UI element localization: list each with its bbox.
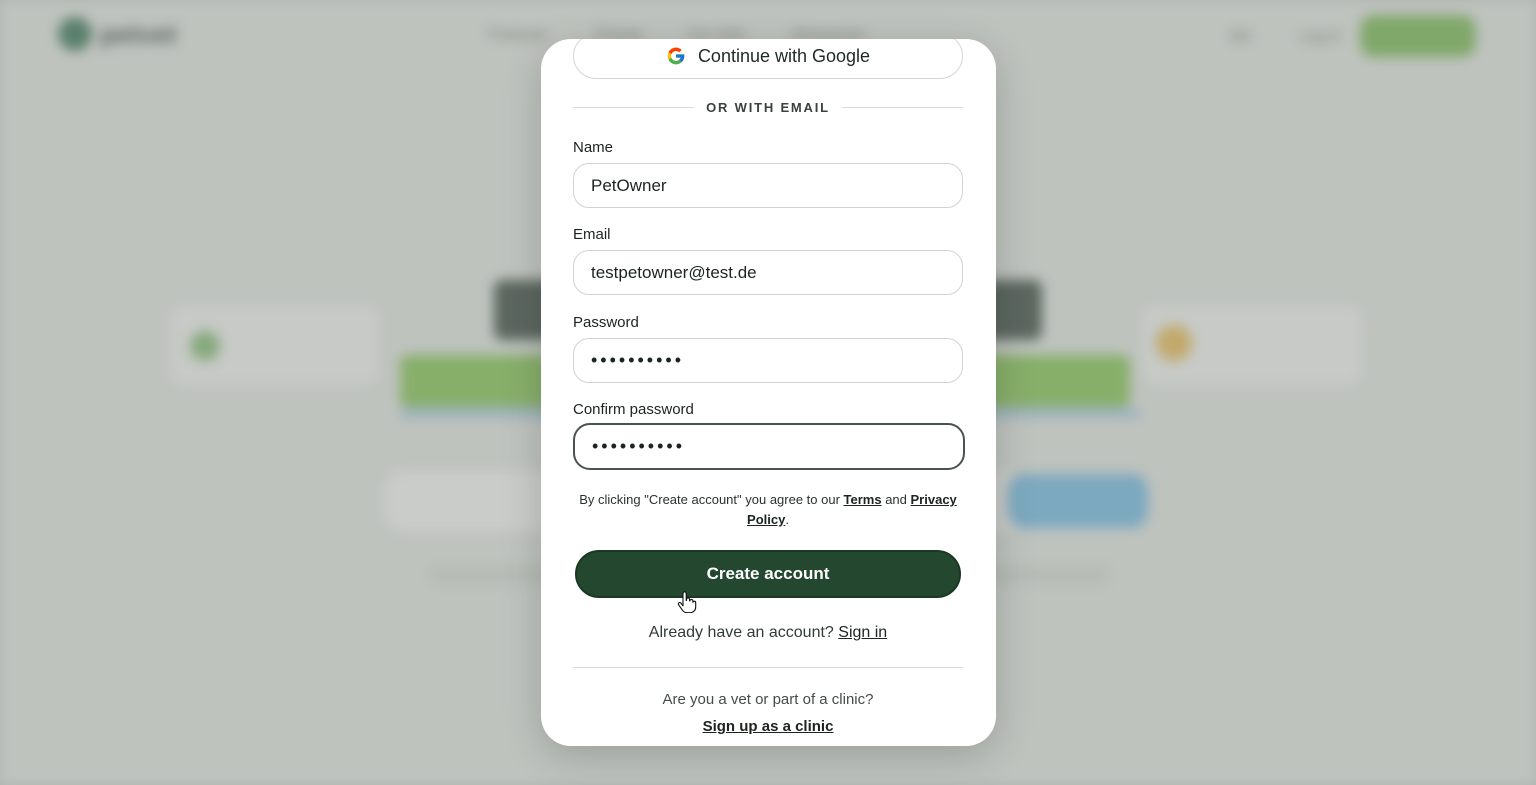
signin-prompt-text: Already have an account? — [648, 624, 839, 641]
vet-question: Are you a vet or part of a clinic? — [662, 691, 874, 708]
hand-cursor-icon — [677, 591, 697, 613]
divider-label: OR WITH EMAIL — [706, 99, 830, 115]
name-label: Name — [573, 139, 614, 156]
email-field[interactable] — [573, 250, 963, 295]
or-divider: OR WITH EMAIL — [573, 97, 963, 117]
email-label: Email — [573, 226, 611, 243]
signin-prompt: Already have an account? Sign in — [573, 624, 963, 642]
terms-suffix: . — [785, 512, 789, 527]
google-button-label: Continue with Google — [697, 45, 871, 66]
sign-in-link[interactable]: Sign in — [838, 624, 887, 641]
section-divider — [573, 667, 963, 668]
continue-with-google-button[interactable]: Continue with Google — [573, 39, 963, 79]
terms-and: and — [881, 492, 911, 507]
google-icon — [667, 47, 685, 65]
signup-modal: Continue with Google OR WITH EMAIL Name … — [541, 39, 996, 746]
divider-line — [841, 106, 963, 108]
password-label: Password — [573, 314, 639, 331]
vet-signup-row: Sign up as a clinic — [573, 718, 963, 735]
terms-notice: By clicking "Create account" you agree t… — [573, 490, 963, 530]
confirm-password-field[interactable] — [573, 423, 965, 470]
terms-link[interactable]: Terms — [844, 492, 882, 507]
divider-line — [573, 106, 695, 108]
sign-up-as-clinic-link[interactable]: Sign up as a clinic — [703, 718, 834, 735]
password-field[interactable] — [573, 338, 963, 383]
create-account-label: Create account — [706, 564, 830, 583]
create-account-button[interactable]: Create account — [575, 550, 961, 598]
name-field[interactable] — [573, 163, 963, 208]
confirm-password-label: Confirm password — [573, 401, 694, 418]
terms-prefix: By clicking "Create account" you agree t… — [579, 492, 844, 507]
